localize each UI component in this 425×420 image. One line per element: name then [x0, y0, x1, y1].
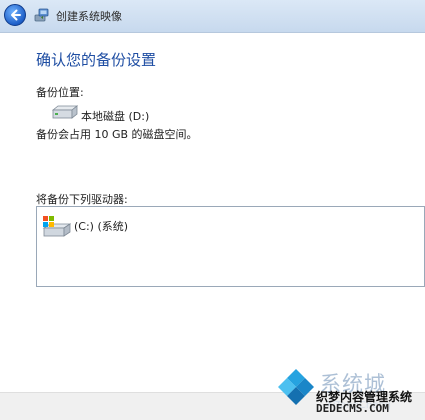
- backup-location-label: 备份位置:: [36, 86, 84, 99]
- watermark-url: DEDECMS.COM: [316, 402, 389, 415]
- hard-drive-icon: [51, 105, 78, 119]
- drive-list-item[interactable]: (C:) (系统): [74, 218, 128, 234]
- windows-drive-icon: [42, 216, 71, 237]
- page-heading: 确认您的备份设置: [36, 51, 157, 69]
- title-bar: 创建系统映像: [0, 0, 425, 33]
- create-system-image-window: 创建系统映像 确认您的备份设置 备份位置: 本地磁盘 (D:) 备份会占用 10…: [0, 0, 425, 420]
- back-button[interactable]: [4, 4, 26, 26]
- window-title: 创建系统映像: [56, 10, 122, 23]
- space-usage-note: 备份会占用 10 GB 的磁盘空间。: [36, 128, 198, 141]
- drives-list-label: 将备份下列驱动器:: [36, 193, 128, 206]
- system-image-icon: [34, 8, 49, 22]
- backup-drive-name: 本地磁盘 (D:): [81, 110, 150, 123]
- back-arrow-icon: [11, 9, 21, 21]
- watermark-logo-icon: [278, 368, 314, 405]
